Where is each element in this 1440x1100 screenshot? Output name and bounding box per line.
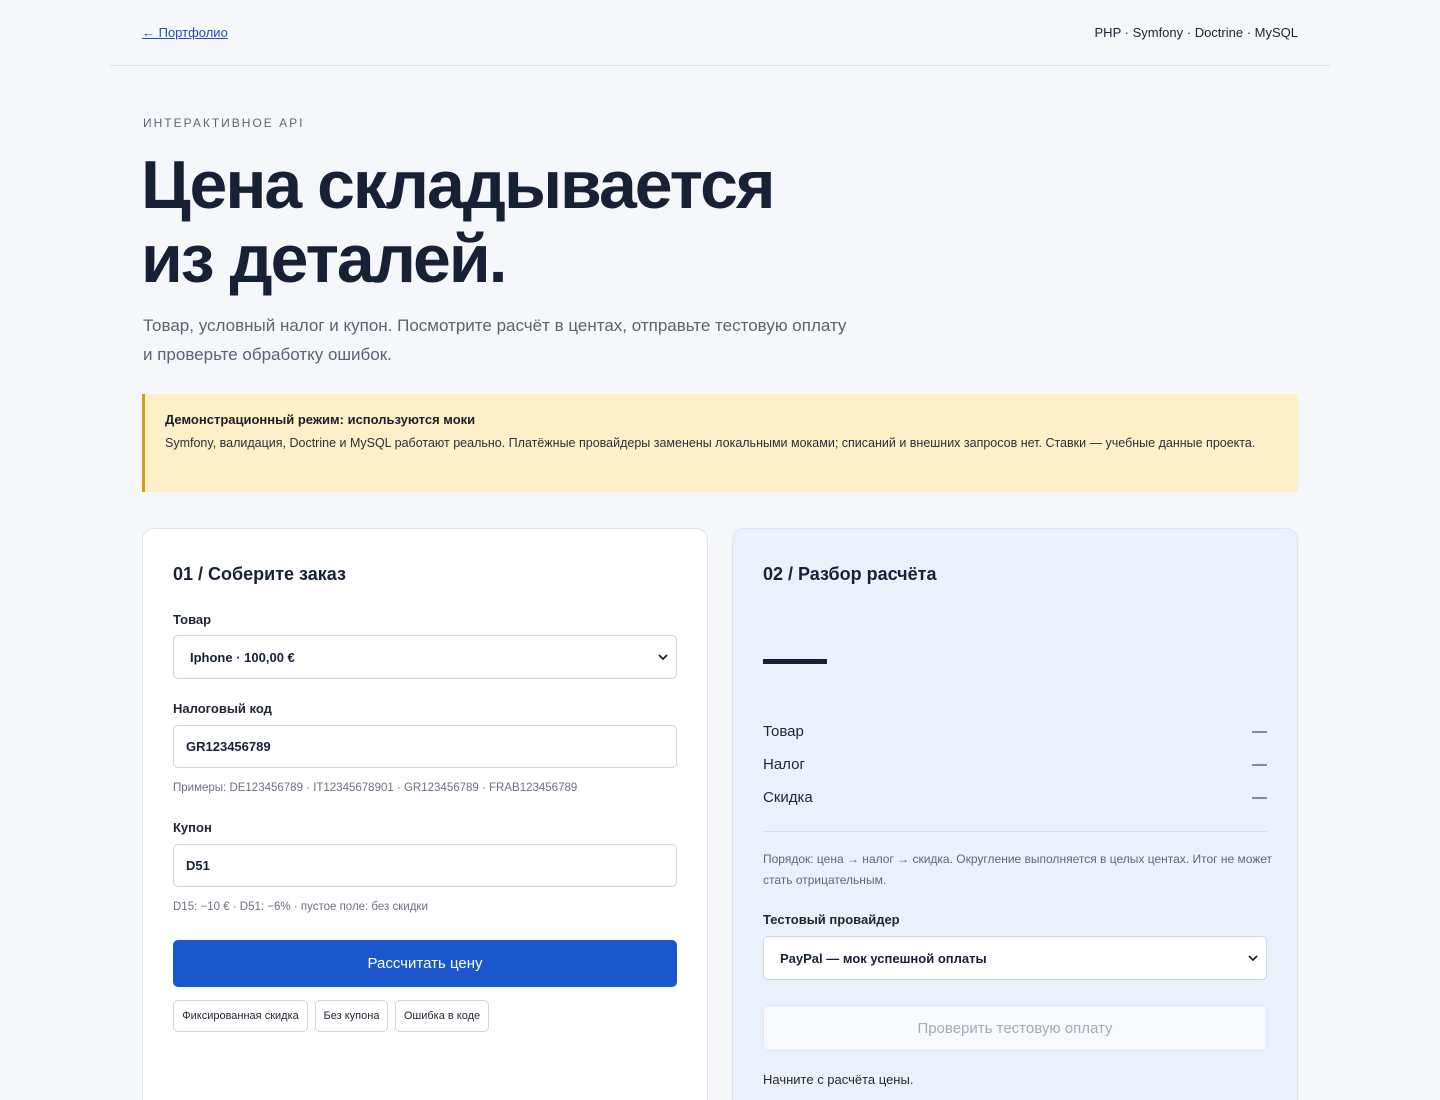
check-test-payment-button[interactable]: Проверить тестовую оплату	[763, 1005, 1267, 1051]
notice-title: Демонстрационный режим: используются мок…	[165, 412, 476, 427]
coupon-label: Купон	[173, 820, 212, 835]
tax-code-hint: Примеры: DE123456789 · IT12345678901 · G…	[173, 782, 578, 794]
provider-label: Тестовый провайдер	[763, 912, 900, 927]
demo-mode-notice: Демонстрационный режим: используются мок…	[142, 394, 1298, 492]
breakdown-card: 02 / Разбор расчёта Товар — Налог — Скид…	[732, 528, 1298, 1100]
product-select[interactable]: Iphone · 100,00 €	[173, 635, 677, 679]
breakdown-row-label: Скидка	[763, 789, 813, 806]
preset-no-coupon-button[interactable]: Без купона	[315, 1000, 388, 1032]
coupon-value: D51	[186, 858, 210, 873]
chevron-down-icon	[658, 654, 668, 661]
breakdown-row-value: —	[1252, 789, 1267, 806]
notice-text: Symfony, валидация, Doctrine и MySQL раб…	[165, 436, 1256, 450]
order-card-title: 01 / Соберите заказ	[173, 564, 346, 584]
status-message: Начните с расчёта цены.	[763, 1072, 914, 1087]
breakdown-row-value: —	[1252, 723, 1267, 740]
page-subtitle-line-1: Товар, условный налог и купон. Посмотрит…	[143, 316, 847, 335]
page-subtitle-line-2: и проверьте обработку ошибок.	[143, 345, 392, 364]
breakdown-card-title: 02 / Разбор расчёта	[763, 564, 937, 584]
tax-code-input[interactable]: GR123456789	[173, 725, 677, 768]
portfolio-back-link[interactable]: ← Портфолио	[142, 25, 228, 40]
page-title-line-2: из деталей.	[141, 221, 508, 297]
preset-fixed-discount-button[interactable]: Фиксированная скидка	[173, 1000, 308, 1032]
top-bar: ← Портфолио PHP · Symfony · Doctrine · M…	[110, 0, 1330, 66]
page-subtitle: Товар, условный налог и купон. Посмотрит…	[143, 311, 903, 369]
provider-select-value: PayPal — мок успешной оплаты	[780, 950, 987, 966]
calculate-price-button[interactable]: Рассчитать цену	[173, 940, 677, 987]
breakdown-row-label: Налог	[763, 756, 805, 773]
breakdown-row-label: Товар	[763, 723, 804, 740]
tax-code-label: Налоговый код	[173, 701, 272, 716]
coupon-hint: D15: −10 € · D51: −6% · пустое поле: без…	[173, 901, 428, 913]
page-title: Цена складывается из деталей.	[141, 148, 941, 296]
page-title-line-1: Цена складывается	[141, 147, 776, 223]
breakdown-row-value: —	[1252, 756, 1267, 773]
calculation-order-note: Порядок: цена → налог → скидка. Округлен…	[763, 852, 1273, 887]
eyebrow-label: ИНТЕРАКТИВНОЕ API	[143, 116, 305, 130]
product-label: Товар	[173, 612, 212, 627]
tax-code-value: GR123456789	[186, 739, 271, 754]
breakdown-divider	[763, 831, 1267, 832]
tech-stack-label: PHP · Symfony · Doctrine · MySQL	[1094, 25, 1298, 40]
total-placeholder	[763, 659, 827, 664]
preset-code-error-button[interactable]: Ошибка в коде	[395, 1000, 489, 1032]
provider-select[interactable]: PayPal — мок успешной оплаты	[763, 936, 1267, 980]
product-select-value: Iphone · 100,00 €	[190, 649, 295, 665]
order-card: 01 / Соберите заказ Товар Iphone · 100,0…	[142, 528, 708, 1100]
chevron-down-icon	[1248, 955, 1258, 962]
coupon-input[interactable]: D51	[173, 844, 677, 887]
